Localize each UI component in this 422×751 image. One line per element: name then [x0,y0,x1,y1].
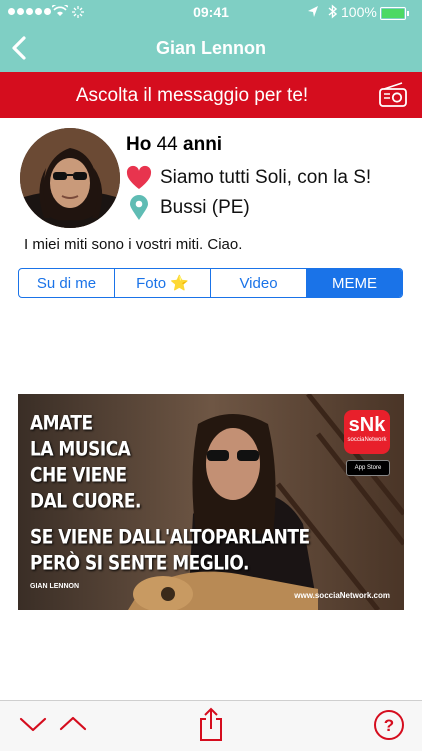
share-icon[interactable] [196,707,226,743]
motto-row: Siamo tutti Soli, con la S! [126,165,371,191]
header: 09:41 100% Gian Lennon [0,0,422,72]
chevron-down-icon[interactable] [18,709,48,739]
meme-line-2: LA MUSICA [30,438,131,461]
age-text: Ho 44 anni [126,134,222,156]
heart-icon [126,165,152,189]
bluetooth-icon [328,4,337,19]
location-arrow-icon [308,6,318,17]
tab-foto[interactable]: Foto ⭐ [115,269,211,297]
motto-text: Siamo tutti Soli, con la S! [160,167,372,188]
battery-icon [380,7,409,20]
app-store-badge: App Store [346,460,390,476]
battery-percentage: 100% [341,4,377,20]
meme-line-3: CHE VIENE [30,464,127,487]
avatar[interactable] [20,128,120,228]
location-text: Bussi (PE) [160,197,250,218]
map-pin-icon [130,195,148,220]
status-bar: 09:41 100% [0,0,422,24]
banner-text: Ascolta il messaggio per te! [75,85,309,106]
help-icon[interactable]: ? [373,709,405,741]
age-value: 44 [156,134,178,155]
age-suffix: anni [183,134,223,155]
snk-logo-text: sNk [348,414,386,436]
meme-line-5: SE VIENE DALL'ALTOPARLANTE [30,526,310,549]
meme-line-4: DAL CUORE. [30,490,141,513]
meme-url: www.socciaNetwork.com [294,591,390,600]
location-row: Bussi (PE) [126,195,250,221]
tab-meme[interactable]: MEME [307,269,402,297]
message-banner[interactable]: Ascolta il messaggio per te! [0,72,422,118]
tab-su-di-me[interactable]: Su di me [19,269,115,297]
snk-logo: sNk socciaNetwork [344,410,390,454]
radio-icon[interactable] [378,82,408,108]
meme-line-6: PERÒ SI SENTE MEGLIO. [30,552,249,575]
meme-signature: GIAN LENNON [30,583,79,590]
meme-line-1: AMATE [30,412,93,435]
snk-logo-sub: socciaNetwork [347,437,387,443]
tab-video[interactable]: Video [211,269,307,297]
profile-tabs: Su di me Foto ⭐ Video MEME [18,268,403,298]
age-prefix: Ho [126,134,152,155]
svg-text:?: ? [384,716,394,735]
chevron-up-icon[interactable] [58,709,88,739]
page-title: Gian Lennon [156,38,266,58]
meme-image[interactable]: AMATE LA MUSICA CHE VIENE DAL CUORE. SE … [18,394,404,610]
bottom-toolbar: ? [0,700,422,751]
bio-text: I miei miti sono i vostri miti. Ciao. [24,236,243,253]
